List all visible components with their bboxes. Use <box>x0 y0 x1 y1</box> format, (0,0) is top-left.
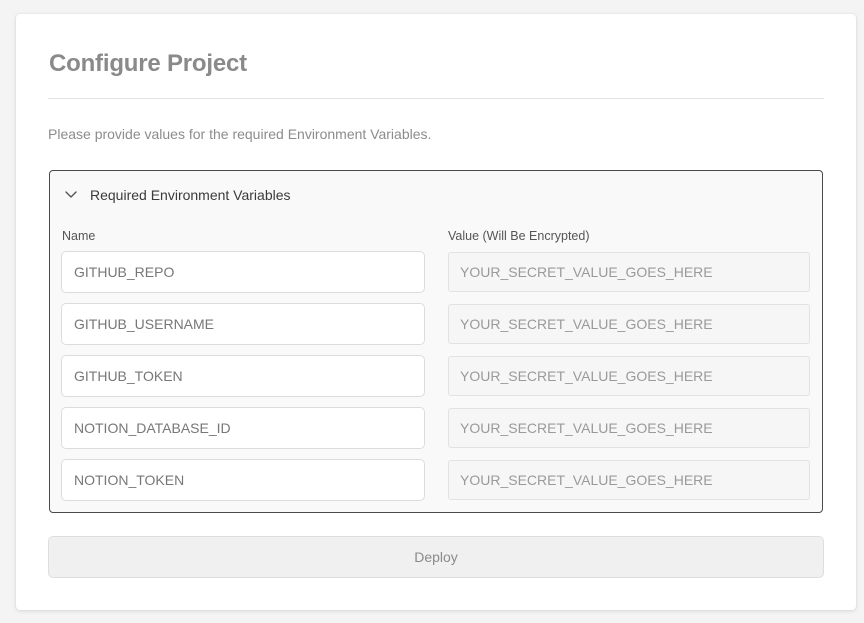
env-name-input[interactable] <box>61 251 425 293</box>
env-value-input[interactable] <box>448 460 810 500</box>
env-value-input[interactable] <box>448 252 810 292</box>
value-column-label: Value (Will Be Encrypted) <box>448 229 590 243</box>
env-value-input[interactable] <box>448 304 810 344</box>
env-name-input[interactable] <box>61 355 425 397</box>
configure-project-card: Configure Project Please provide values … <box>16 14 856 610</box>
env-name-input[interactable] <box>61 303 425 345</box>
env-panel-toggle[interactable]: Required Environment Variables <box>64 185 291 205</box>
chevron-down-icon <box>64 188 78 202</box>
env-variables-panel: Required Environment Variables Name Valu… <box>49 170 823 513</box>
name-column-label: Name <box>62 229 96 243</box>
page-description: Please provide values for the required E… <box>48 126 432 142</box>
env-name-input[interactable] <box>61 407 425 449</box>
title-divider <box>48 98 824 99</box>
env-value-input[interactable] <box>448 356 810 396</box>
env-panel-title: Required Environment Variables <box>90 187 291 203</box>
page-title: Configure Project <box>49 50 247 77</box>
deploy-button[interactable]: Deploy <box>48 536 824 578</box>
env-name-input[interactable] <box>61 459 425 501</box>
env-value-input[interactable] <box>448 408 810 448</box>
